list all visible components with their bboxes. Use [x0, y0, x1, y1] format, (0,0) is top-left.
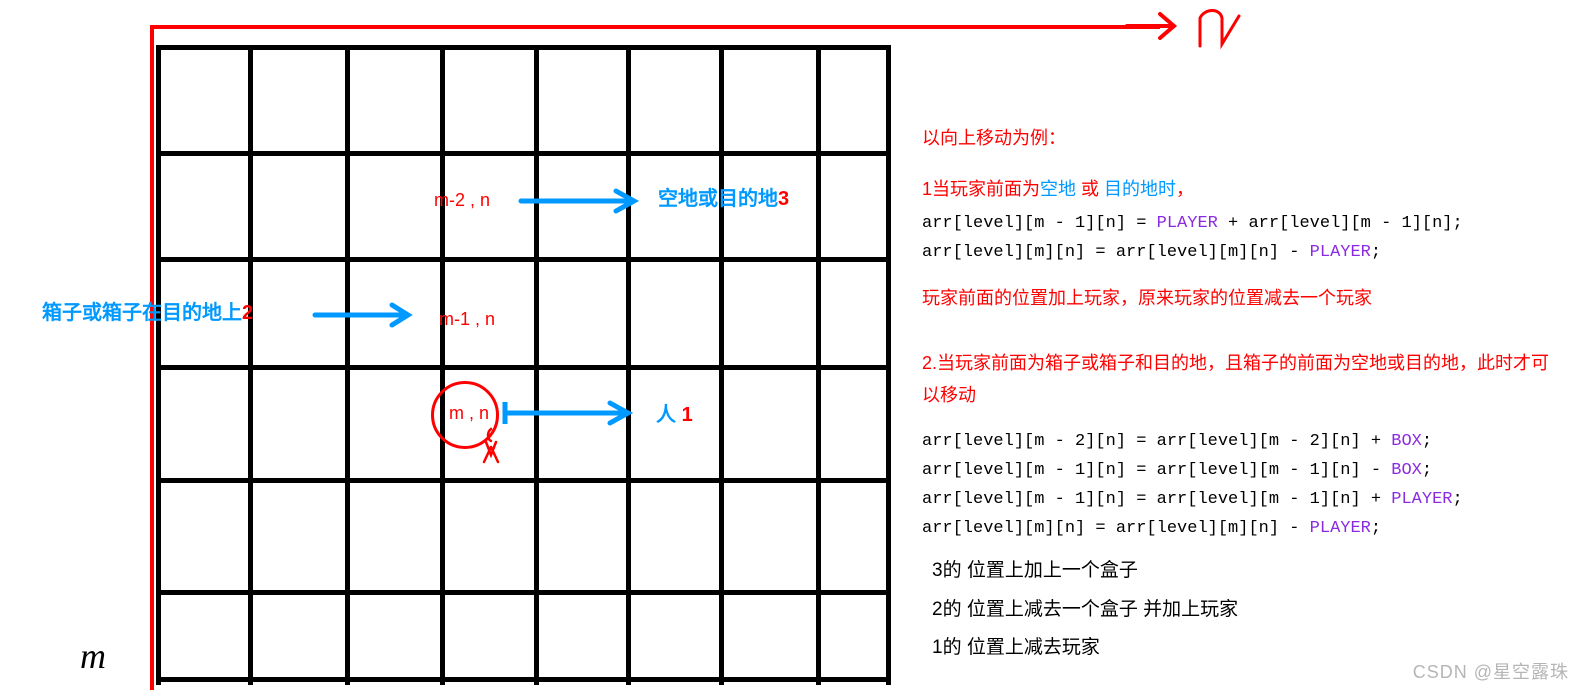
- heading: 以向上移动为例：: [922, 124, 1562, 153]
- axis-horizontal: [150, 25, 1160, 29]
- label-text: 人: [656, 404, 676, 426]
- case1-title: 1当玩家前面为空地 或 目的地时，: [922, 175, 1562, 204]
- arrow-icon: [500, 398, 640, 428]
- watermark: CSDN @星空露珠: [1413, 658, 1569, 684]
- code-line: arr[level][m][n] = arr[level][m][n] - PL…: [922, 515, 1562, 542]
- code-line: arr[level][m][n] = arr[level][m][n] - PL…: [922, 239, 1562, 266]
- note-3: 3的 位置上加上一个盒子: [932, 556, 1562, 586]
- grid: m-2 , n m-1 , n m , n: [156, 45, 891, 685]
- n-glyph-icon: [1195, 6, 1250, 51]
- arrow-icon: [516, 186, 646, 216]
- label-suffix: 1: [682, 404, 693, 426]
- note-2: 2的 位置上减去一个盒子 并加上玩家: [932, 595, 1562, 625]
- arrow-icon: [310, 300, 420, 330]
- cell-label-m1n: m-1 , n: [439, 309, 495, 330]
- code-line: arr[level][m - 1][n] = PLAYER + arr[leve…: [922, 210, 1562, 237]
- person-scribble-icon: [476, 425, 506, 465]
- code-line: arr[level][m - 1][n] = arr[level][m - 1]…: [922, 486, 1562, 513]
- code-line: arr[level][m - 1][n] = arr[level][m - 1]…: [922, 457, 1562, 484]
- diagram-stage: m m-2 , n m-1 , n m , n 空地: [0, 0, 1589, 694]
- case2-title: 2.当玩家前面为箱子或箱子和目的地，且箱子的前面为空地或目的地，此时才可以移动: [922, 347, 1562, 412]
- arrowhead-right-icon: [1122, 6, 1182, 46]
- label-empty-or-target: 空地或目的地3: [658, 182, 789, 211]
- label-suffix: 2: [242, 302, 253, 324]
- label-text: 空地或目的地: [658, 188, 778, 210]
- case1-explain: 玩家前面的位置加上玩家，原来玩家的位置减去一个玩家: [922, 284, 1562, 313]
- cell-label-m2n: m-2 , n: [434, 190, 490, 211]
- axis-vertical: [150, 25, 154, 690]
- code-line: arr[level][m - 2][n] = arr[level][m - 2]…: [922, 428, 1562, 455]
- label-text: 箱子或箱子在目的地上: [42, 302, 242, 324]
- label-box-on-target: 箱子或箱子在目的地上2: [42, 296, 253, 325]
- label-person: 人 1: [656, 398, 693, 427]
- axis-label-m: m: [80, 635, 106, 677]
- explanation-panel: 以向上移动为例： 1当玩家前面为空地 或 目的地时， arr[level][m …: [922, 118, 1562, 671]
- label-suffix: 3: [778, 188, 789, 210]
